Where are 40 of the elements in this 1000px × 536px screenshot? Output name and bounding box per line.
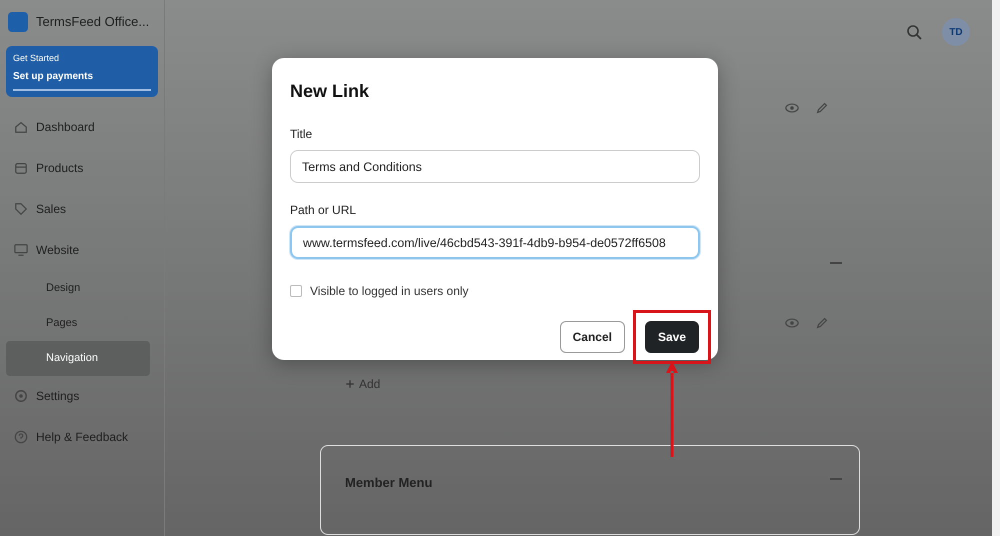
sidebar-item[interactable]: Sales	[6, 188, 158, 230]
field-label: Path or URL	[290, 202, 358, 219]
menu-handle-icon[interactable]	[830, 478, 842, 480]
add-link[interactable]: Add	[345, 375, 380, 393]
box-icon	[14, 161, 28, 175]
dialog-title: New Link	[290, 80, 370, 103]
eye-icon	[785, 101, 799, 115]
sidebar-subitem[interactable]: Navigation	[6, 340, 150, 376]
sidebar-item[interactable]: Products	[6, 148, 158, 188]
sidebar-item[interactable]: Website	[6, 230, 158, 270]
settings-icon	[14, 389, 28, 403]
plus-icon	[345, 379, 355, 389]
help-icon	[14, 430, 28, 444]
app-logo	[8, 12, 28, 32]
user-avatar[interactable]: TD	[942, 18, 970, 46]
pencil-icon	[815, 101, 829, 115]
checkbox[interactable]	[290, 285, 302, 297]
input-field[interactable]: www.termsfeed.com/live/46cbd543-391f-4db9-b954-de0572ff6508	[290, 226, 700, 259]
input-field[interactable]: Terms and Conditions	[290, 150, 700, 183]
pencil-icon	[815, 316, 829, 330]
banner-title: Set up payments	[13, 70, 94, 84]
home-icon	[14, 120, 28, 134]
sidebar-subitem[interactable]: Pages	[6, 306, 150, 340]
search-icon	[906, 24, 922, 40]
sidebar-item[interactable]: Settings	[6, 376, 158, 416]
scrollbar[interactable]	[992, 0, 1000, 536]
sidebar-item[interactable]: Dashboard	[6, 106, 158, 148]
checkbox-label: Visible to logged in users only	[310, 283, 469, 300]
save-button[interactable]: Save	[644, 321, 699, 353]
field-label: Title	[290, 126, 314, 143]
banner-label: Get Started	[13, 52, 60, 65]
sidebar-item[interactable]: Help & Feedback	[6, 416, 158, 458]
app-title: TermsFeed Office...	[36, 13, 150, 32]
cancel-button[interactable]: Cancel	[560, 321, 625, 353]
monitor-icon	[14, 243, 28, 257]
tag-icon	[14, 202, 28, 216]
sidebar-subitem[interactable]: Design	[6, 270, 150, 306]
menu-title: Member Menu	[345, 474, 432, 492]
menu-handle-icon[interactable]	[830, 262, 842, 264]
eye-icon	[785, 316, 799, 330]
